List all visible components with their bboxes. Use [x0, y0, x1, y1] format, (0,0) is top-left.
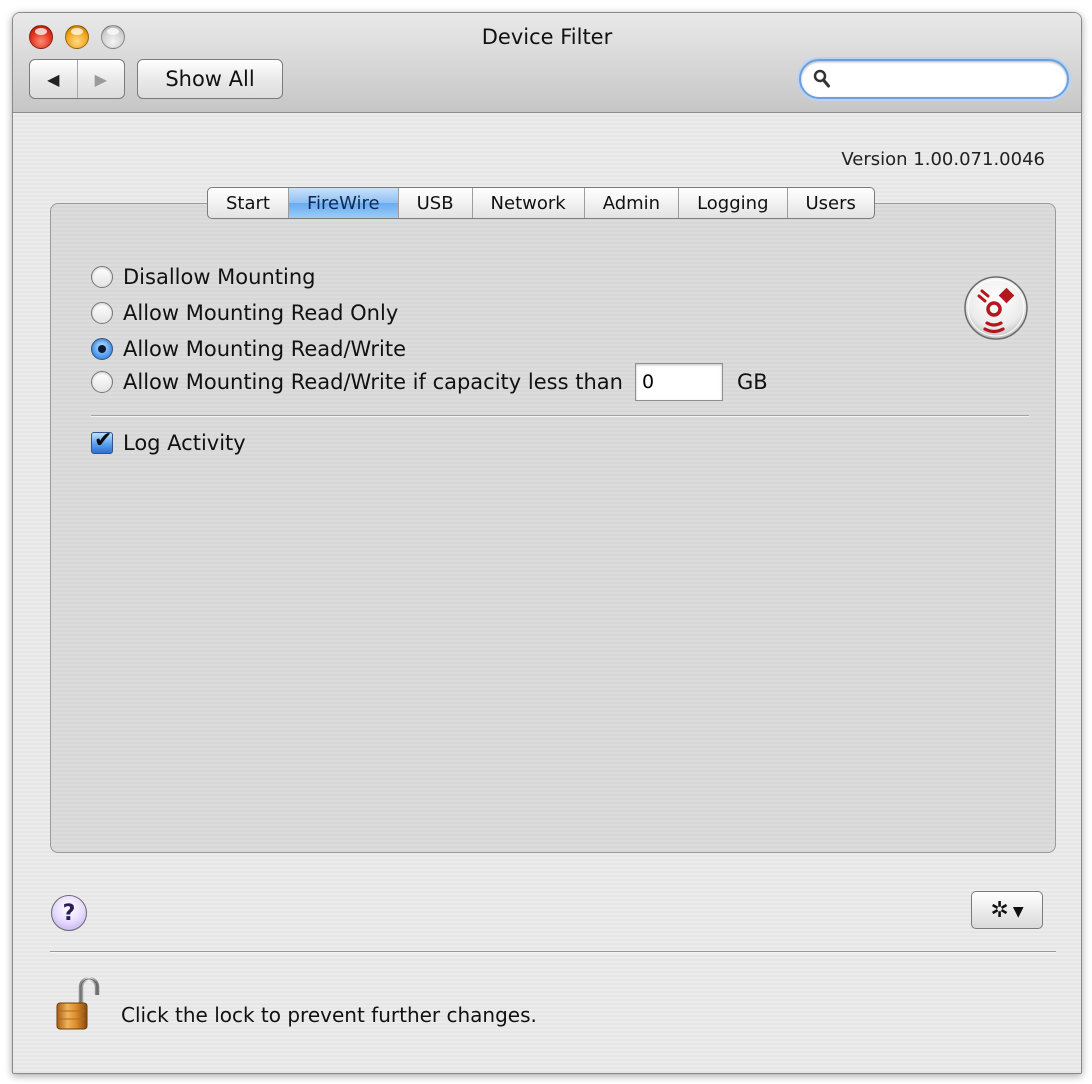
- option-read-write[interactable]: Allow Mounting Read/Write: [91, 337, 406, 361]
- option-label: Allow Mounting Read/Write if capacity le…: [123, 370, 623, 394]
- gear-icon: ✲: [990, 897, 1009, 923]
- search-input[interactable]: [837, 67, 1057, 91]
- option-read-write-capacity[interactable]: Allow Mounting Read/Write if capacity le…: [91, 363, 768, 401]
- tab-admin[interactable]: Admin: [583, 188, 678, 218]
- window-title: Device Filter: [481, 25, 613, 49]
- option-disallow-mounting[interactable]: Disallow Mounting: [91, 265, 315, 289]
- back-arrow-icon: ◀: [47, 69, 60, 89]
- back-forward-control: ◀ ▶: [29, 59, 125, 99]
- tab-firewire[interactable]: FireWire: [287, 188, 398, 218]
- log-activity-checkbox-row[interactable]: Log Activity: [91, 428, 246, 455]
- tab-start[interactable]: Start: [208, 188, 288, 218]
- question-mark-icon: ?: [62, 900, 76, 926]
- tab-logging[interactable]: Logging: [678, 188, 786, 218]
- capacity-unit-label: GB: [736, 370, 768, 394]
- radio-button[interactable]: [91, 302, 113, 324]
- firewire-icon: [964, 276, 1028, 340]
- log-activity-label: Log Activity: [123, 431, 246, 455]
- radio-button-selected[interactable]: [91, 338, 113, 360]
- version-label: Version 1.00.071.0046: [841, 149, 1045, 170]
- preferences-window: Device Filter ◀ ▶ Show All Version 1.00.…: [12, 12, 1082, 1074]
- help-button[interactable]: ?: [51, 895, 87, 931]
- lock-status-text: Click the lock to prevent further change…: [121, 1003, 537, 1027]
- log-activity-checkbox[interactable]: [91, 428, 113, 454]
- footer-divider: [50, 951, 1056, 952]
- back-button[interactable]: ◀: [30, 60, 77, 98]
- forward-arrow-icon: ▶: [94, 69, 107, 89]
- tab-bar: Start FireWire USB Network Admin Logging…: [207, 187, 875, 219]
- capacity-input[interactable]: [634, 363, 723, 401]
- option-label: Allow Mounting Read/Write: [123, 337, 406, 361]
- show-all-button[interactable]: Show All: [137, 59, 283, 99]
- radio-button[interactable]: [91, 266, 113, 288]
- forward-button[interactable]: ▶: [76, 60, 125, 98]
- tab-usb[interactable]: USB: [397, 188, 472, 218]
- chevron-down-icon: ▼: [1012, 904, 1024, 920]
- magnifier-icon: [813, 69, 830, 88]
- tab-network[interactable]: Network: [471, 188, 584, 218]
- search-field[interactable]: [799, 59, 1069, 99]
- option-read-only[interactable]: Allow Mounting Read Only: [91, 301, 398, 325]
- toolbar: Device Filter ◀ ▶ Show All: [13, 13, 1081, 113]
- action-menu-button[interactable]: ✲ ▼: [971, 891, 1043, 929]
- option-label: Allow Mounting Read Only: [123, 301, 399, 325]
- options-divider: [91, 415, 1029, 416]
- unlocked-padlock-icon[interactable]: [55, 977, 101, 1033]
- radio-button[interactable]: [91, 371, 113, 393]
- option-label: Disallow Mounting: [123, 265, 316, 289]
- tab-users[interactable]: Users: [786, 188, 874, 218]
